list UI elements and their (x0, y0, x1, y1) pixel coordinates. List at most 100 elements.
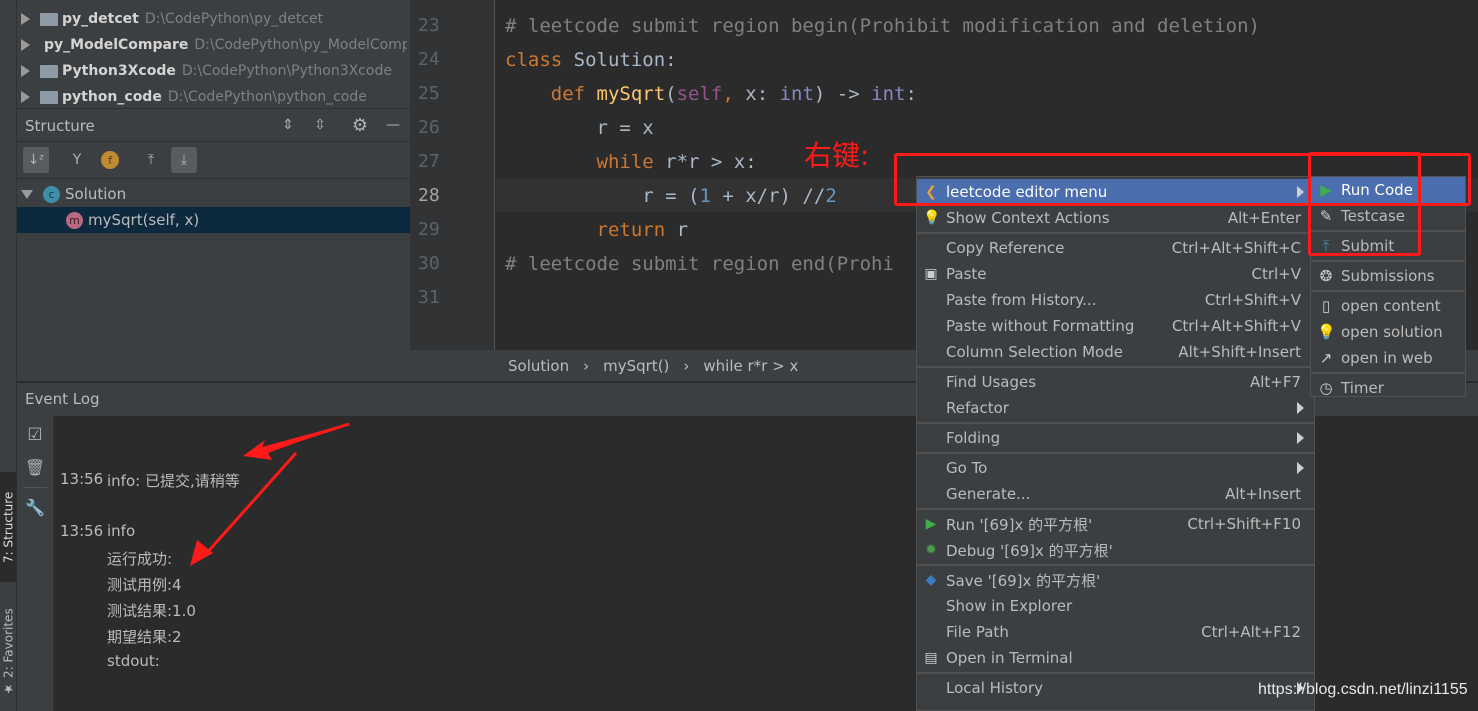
menu-item[interactable]: Column Selection Mode Alt+Shift+Insert (917, 339, 1314, 365)
sort-alpha-icon[interactable]: ↓ᶻ (23, 147, 49, 173)
submenu-item[interactable]: ◷ Timer (1311, 375, 1465, 401)
project-name: py_ModelCompare (44, 37, 189, 53)
trash-icon[interactable]: 🗑 (22, 454, 48, 480)
code-token: return (505, 219, 677, 241)
structure-title: Structure (25, 117, 95, 135)
breadcrumb-item[interactable]: while r*r > x (703, 357, 798, 375)
line-number: 29 (418, 219, 440, 240)
autoscroll-from-source-icon[interactable]: ⤓ (171, 147, 197, 173)
annotation-box-actions (1308, 152, 1421, 256)
project-item[interactable]: py_detcet D:\CodePython\py_detcet (17, 6, 407, 32)
menu-item[interactable]: ▤ Open in Terminal (917, 645, 1314, 671)
menu-item-shortcut: Alt+Insert (1225, 485, 1301, 503)
code-token: r = x (505, 117, 654, 139)
code-token: ( (665, 83, 677, 105)
menu-item-label: Copy Reference (946, 239, 1065, 257)
gear-icon[interactable]: ⚙ (347, 112, 373, 138)
menu-item-label: Column Selection Mode (946, 343, 1123, 361)
menu-item[interactable]: Folding (917, 425, 1314, 451)
line-number: 25 (418, 83, 440, 104)
code-token: def (505, 83, 597, 105)
menu-item-label: Paste from History... (946, 291, 1097, 309)
menu-item[interactable]: 💡 Show Context Actions Alt+Enter (917, 205, 1314, 231)
fields-icon[interactable]: f (97, 147, 123, 173)
code-token: Solution: (573, 49, 677, 71)
menu-item[interactable]: ✹ Debug '[69]x 的平方根' (917, 537, 1314, 563)
menu-item[interactable]: File Path Ctrl+Alt+F12 (917, 619, 1314, 645)
clock-icon: ◷ (1319, 379, 1333, 397)
mark-read-icon[interactable]: ☑ (22, 422, 48, 448)
collapse-all-icon[interactable]: ⇳ (307, 112, 333, 138)
bulb-icon: 💡 (1317, 323, 1336, 341)
menu-item-label: Find Usages (946, 373, 1037, 391)
wrench-icon[interactable]: 🔧 (22, 494, 48, 520)
menu-separator (1311, 260, 1465, 262)
expand-arrow-icon[interactable] (21, 91, 30, 103)
breadcrumb-item[interactable]: mySqrt() (603, 357, 669, 375)
expand-arrow-icon[interactable] (21, 65, 30, 77)
expand-arrow-icon[interactable] (21, 39, 30, 51)
code-line[interactable]: r = x (505, 111, 654, 145)
line-number: 23 (418, 15, 440, 36)
submenu-item[interactable]: 💡 open solution (1311, 319, 1465, 345)
menu-separator (1311, 372, 1465, 374)
menu-item-label: Go To (946, 459, 988, 477)
menu-item-label: Local History (946, 679, 1044, 697)
inherited-icon[interactable]: Y (64, 147, 90, 173)
tree-item-mysqrt[interactable]: m mySqrt(self, x) (17, 207, 410, 233)
menu-item[interactable]: Go To (917, 455, 1314, 481)
menu-item[interactable]: Show in Explorer (917, 593, 1314, 619)
folder-icon (40, 64, 58, 78)
expand-arrow-icon[interactable] (21, 189, 33, 199)
submenu-item[interactable]: ▯ open content (1311, 293, 1465, 319)
code-token: , (722, 83, 746, 105)
project-item[interactable]: python_code D:\CodePython\python_code (17, 84, 407, 110)
menu-item[interactable]: ▶ Run '[69]x 的平方根' Ctrl+Shift+F10 (917, 511, 1314, 537)
menu-item-label: File Path (946, 623, 1009, 641)
submenu-item[interactable]: ↗ open in web (1311, 345, 1465, 371)
code-line[interactable]: r = (1 + x/r) //2 (505, 179, 837, 213)
line-number: 31 (418, 287, 440, 308)
code-token: + x/r) // (710, 185, 826, 207)
project-item[interactable]: py_ModelCompare D:\CodePython\py_ModelCom… (17, 32, 407, 58)
event-log-toolbar: ☑ 🗑 🔧 (17, 416, 54, 711)
expand-arrow-icon[interactable] (21, 13, 30, 25)
code-line[interactable]: while r*r > x: (505, 145, 757, 179)
breadcrumb-item[interactable]: Solution (508, 357, 569, 375)
autoscroll-to-source-icon[interactable]: ⤒ (138, 147, 164, 173)
menu-item[interactable]: ◆ Save '[69]x 的平方根' (917, 567, 1314, 593)
menu-item[interactable]: Generate... Alt+Insert (917, 481, 1314, 507)
menu-item[interactable]: Find Usages Alt+F7 (917, 369, 1314, 395)
code-line[interactable]: return r (505, 213, 689, 247)
project-item[interactable]: Python3Xcode D:\CodePython\Python3Xcode (17, 58, 407, 84)
project-path: D:\CodePython\py_detcet (144, 11, 324, 27)
code-token: ) -> (813, 83, 872, 105)
minimize-icon[interactable]: — (380, 112, 406, 138)
code-line[interactable]: class Solution: (505, 43, 677, 77)
menu-item[interactable]: Refactor (917, 395, 1314, 421)
tab-structure[interactable]: 7: Structure (0, 472, 17, 582)
tab-favorites[interactable]: ★ 2: Favorites (0, 600, 17, 705)
submenu-item-label: Submissions (1341, 267, 1435, 285)
tree-item-solution[interactable]: c Solution (17, 181, 410, 207)
code-line[interactable]: # leetcode submit region begin(Prohibit … (505, 9, 1260, 43)
folder-icon (40, 12, 58, 26)
menu-item[interactable]: Local History (917, 675, 1314, 701)
folder-icon (40, 90, 58, 104)
line-number: 30 (418, 253, 440, 274)
menu-item[interactable]: ▣ Paste Ctrl+V (917, 261, 1314, 287)
code-token: r*r > x: (665, 151, 757, 173)
menu-item[interactable]: Copy Reference Ctrl+Alt+Shift+C (917, 235, 1314, 261)
code-token: class (505, 49, 574, 71)
code-line[interactable]: def mySqrt(self, x: int) -> int: (505, 77, 917, 111)
menu-item[interactable]: Paste from History... Ctrl+Shift+V (917, 287, 1314, 313)
code-line[interactable]: # leetcode submit region end(Prohi (505, 247, 894, 281)
submenu-arrow-icon (1297, 402, 1304, 414)
code-token: while (505, 151, 666, 173)
submenu-item[interactable]: ❂ Submissions (1311, 263, 1465, 289)
chevron-right-icon: › (583, 356, 590, 375)
expand-all-icon[interactable]: ⇕ (275, 112, 301, 138)
menu-item[interactable]: Paste without Formatting Ctrl+Alt+Shift+V (917, 313, 1314, 339)
code-token: 2 (825, 185, 837, 207)
left-tool-strip: 7: Structure ★ 2: Favorites (0, 0, 17, 711)
